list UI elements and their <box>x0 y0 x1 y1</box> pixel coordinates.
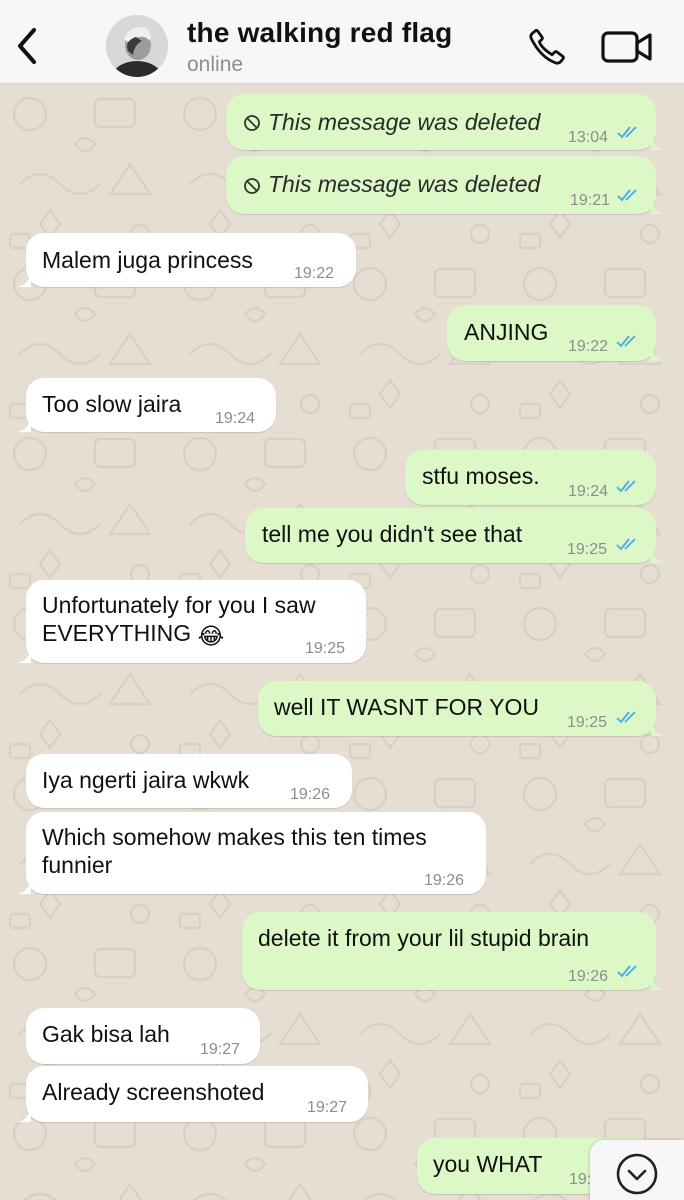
read-receipt-icon <box>616 480 636 493</box>
voice-call-button[interactable] <box>526 26 568 68</box>
message-bubble-outgoing[interactable]: ANJING 19:22 <box>447 305 665 361</box>
back-button[interactable] <box>10 24 46 68</box>
message-time: 19:25 <box>567 541 608 558</box>
message-text-line2-words: EVERYTHING <box>42 620 192 646</box>
message-text: This message was deleted <box>268 171 541 197</box>
bubble-tail <box>651 547 665 563</box>
message-bubble-incoming[interactable]: Too slow jaira 19:24 <box>17 378 276 432</box>
bubble-tail <box>651 345 665 361</box>
message-time: 19:25 <box>567 714 608 731</box>
read-receipt-icon <box>616 335 636 348</box>
message-text-line1: Which somehow makes this ten times <box>42 824 427 850</box>
bubble-tail <box>651 198 665 214</box>
message-text: ANJING <box>464 319 549 345</box>
contact-name[interactable]: the walking red flag <box>187 17 452 49</box>
message-bubble-outgoing[interactable]: stfu moses. 19:24 <box>405 450 656 505</box>
message-text: tell me you didn't see that <box>262 521 523 547</box>
bubble-tail <box>651 974 665 990</box>
message-text-line2: funnier <box>42 852 113 878</box>
message-text-line2: EVERYTHING 😂 <box>42 619 224 651</box>
read-receipt-icon <box>617 965 637 978</box>
bubble-tail <box>651 134 665 150</box>
avatar[interactable] <box>106 15 168 77</box>
bubble-tail <box>17 878 31 894</box>
message-text: Malem juga princess <box>42 247 253 273</box>
message-bubble-incoming[interactable]: Which somehow makes this ten times funni… <box>17 812 486 894</box>
read-receipt-icon <box>617 189 637 202</box>
laughing-emoji: 😂 <box>197 623 225 649</box>
message-bubble-outgoing[interactable]: This message was deleted 13:04 <box>226 94 665 150</box>
message-time: 19:26 <box>568 968 609 985</box>
message-time: 19:22 <box>568 338 609 355</box>
message-bubble-outgoing[interactable]: tell me you didn't see that 19:25 <box>245 508 665 563</box>
message-text: Iya ngerti jaira wkwk <box>42 767 250 793</box>
chat-header: the walking red flag online <box>0 0 684 84</box>
message-bubble-outgoing[interactable]: delete it from your lil stupid brain 19:… <box>242 912 665 990</box>
contact-status: online <box>187 53 244 76</box>
chat-area[interactable]: This message was deleted 13:04 This mess… <box>0 84 684 1200</box>
bubble-tail <box>17 416 31 432</box>
message-bubble-outgoing[interactable]: This message was deleted 19:21 <box>226 156 665 214</box>
message-bubble-incoming[interactable]: Malem juga princess 19:22 <box>17 233 356 287</box>
scroll-to-bottom-button[interactable] <box>590 1140 684 1200</box>
message-text: you WHAT <box>433 1151 543 1177</box>
message-text: Gak bisa lah <box>42 1021 170 1047</box>
message-bubble-incoming[interactable]: Already screenshoted 19:27 <box>17 1066 368 1122</box>
bubble-tail <box>17 271 31 287</box>
message-bubble-incoming[interactable]: Unfortunately for you I saw EVERYTHING 😂… <box>17 580 366 663</box>
message-bubble-outgoing[interactable]: well IT WASNT FOR YOU 19:25 <box>258 681 665 736</box>
chevron-down-icon <box>616 1153 658 1195</box>
message-time: 19:26 <box>290 786 331 803</box>
video-call-button[interactable] <box>600 28 654 66</box>
deleted-icon <box>244 178 260 194</box>
read-receipt-icon <box>617 126 637 139</box>
message-time: 19:24 <box>215 410 256 427</box>
message-text: Too slow jaira <box>42 391 182 417</box>
bubble-tail <box>17 647 31 663</box>
message-time: 19:27 <box>307 1099 348 1116</box>
deleted-icon <box>244 115 260 131</box>
message-text: stfu moses. <box>422 463 540 489</box>
bubble-tail <box>651 720 665 736</box>
message-time: 19:25 <box>305 640 346 657</box>
phone-icon <box>529 28 565 65</box>
message-text: Already screenshoted <box>42 1079 265 1105</box>
message-time: 19:22 <box>294 265 335 282</box>
message-time: 19:24 <box>568 483 609 500</box>
video-camera-icon <box>601 31 652 63</box>
message-text: This message was deleted <box>268 109 541 135</box>
message-bubble-incoming[interactable]: Iya ngerti jaira wkwk 19:26 <box>26 754 352 808</box>
message-text: well IT WASNT FOR YOU <box>274 694 539 720</box>
message-text: delete it from your lil stupid brain <box>258 925 590 951</box>
message-time: 19:21 <box>570 192 611 209</box>
message-time: 19:27 <box>200 1041 241 1058</box>
message-bubble-incoming[interactable]: Gak bisa lah 19:27 <box>26 1008 260 1064</box>
message-time: 19:26 <box>424 872 465 889</box>
read-receipt-icon <box>616 711 636 724</box>
message-time: 13:04 <box>568 129 609 146</box>
message-text-line1: Unfortunately for you I saw <box>42 592 316 618</box>
bubble-tail <box>17 1106 31 1122</box>
message-time: 19: <box>569 1171 592 1188</box>
avatar-photo <box>106 15 168 77</box>
read-receipt-icon <box>616 538 636 551</box>
chevron-left-icon <box>18 28 36 64</box>
